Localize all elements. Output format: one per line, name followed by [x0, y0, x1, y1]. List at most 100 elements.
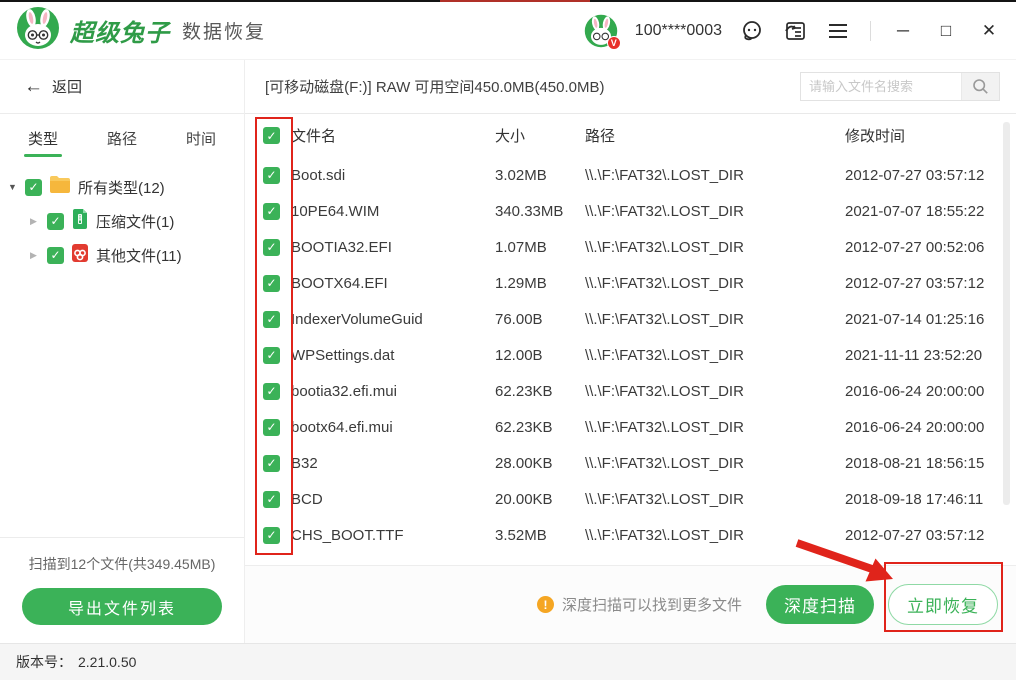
- file-size: 3.52MB: [495, 526, 547, 544]
- file-size: 1.29MB: [495, 274, 547, 292]
- row-checkbox[interactable]: ✓: [263, 310, 280, 328]
- close-button[interactable]: ✕: [976, 18, 1002, 44]
- row-checkbox[interactable]: ✓: [263, 274, 280, 292]
- file-size: 62.23KB: [495, 382, 553, 400]
- collapse-arrow-icon[interactable]: ▶: [30, 250, 40, 261]
- row-checkbox[interactable]: ✓: [263, 202, 280, 220]
- title-bar: 超级兔子 数据恢复 V 100****0003 ─ □ ✕: [0, 2, 1016, 60]
- tab-time[interactable]: 时间: [184, 117, 218, 157]
- table-row[interactable]: ✓ bootia32.efi.mui 62.23KB \\.\F:\FAT32\…: [245, 373, 1016, 409]
- export-file-list-button[interactable]: 导出文件列表: [22, 588, 222, 625]
- minimize-button[interactable]: ─: [890, 18, 916, 44]
- select-all-checkbox[interactable]: ✓: [263, 127, 280, 144]
- deep-scan-button[interactable]: 深度扫描: [766, 585, 874, 624]
- file-modified-time: 2012-07-27 03:57:12: [845, 526, 985, 544]
- file-modified-time: 2012-07-27 00:52:06: [845, 238, 985, 256]
- window-top-edge: [0, 0, 1016, 2]
- maximize-button[interactable]: □: [933, 18, 959, 44]
- file-path: \\.\F:\FAT32\.LOST_DIR: [585, 346, 744, 364]
- row-checkbox[interactable]: ✓: [263, 382, 280, 400]
- table-row[interactable]: ✓ CHS_BOOT.TTF 3.52MB \\.\F:\FAT32\.LOST…: [245, 517, 1016, 553]
- search-box: [800, 72, 1000, 101]
- table-row[interactable]: ✓ WPSettings.dat 12.00B \\.\F:\FAT32\.LO…: [245, 337, 1016, 373]
- tab-path[interactable]: 路径: [105, 117, 139, 157]
- scan-summary: 扫描到12个文件(共349.45MB): [28, 556, 216, 572]
- file-name: bootia32.efi.mui: [291, 382, 397, 400]
- table-scrollbar[interactable]: [1003, 122, 1010, 505]
- row-checkbox[interactable]: ✓: [263, 238, 280, 256]
- file-path: \\.\F:\FAT32\.LOST_DIR: [585, 418, 744, 436]
- file-size: 1.07MB: [495, 238, 547, 256]
- file-name: WPSettings.dat: [291, 346, 395, 364]
- folder-icon: [49, 175, 71, 199]
- row-checkbox[interactable]: ✓: [263, 490, 280, 508]
- file-name: CHS_BOOT.TTF: [291, 526, 404, 544]
- row-checkbox[interactable]: ✓: [263, 526, 280, 544]
- file-path: \\.\F:\FAT32\.LOST_DIR: [585, 382, 744, 400]
- content: ← 返回 类型 路径 时间 ▼ ✓ 所有类型(12) ▶ ✓ 压缩文件(1) ▶…: [0, 60, 1016, 643]
- feedback-icon[interactable]: [782, 18, 808, 44]
- window-controls-divider: [870, 20, 871, 41]
- tree-item-other[interactable]: ▶ ✓ 其他文件(11): [8, 238, 244, 272]
- file-modified-time: 2018-08-21 18:56:15: [845, 454, 985, 472]
- tree-item-archive[interactable]: ▶ ✓ 压缩文件(1): [8, 204, 244, 238]
- archive-file-icon: [71, 208, 89, 234]
- file-modified-time: 2012-07-27 03:57:12: [845, 166, 985, 184]
- user-avatar[interactable]: V: [584, 14, 621, 50]
- table-row[interactable]: ✓ B32 28.00KB \\.\F:\FAT32\.LOST_DIR 201…: [245, 445, 1016, 481]
- file-size: 76.00B: [495, 310, 543, 328]
- app-window: 超级兔子 数据恢复 V 100****0003 ─ □ ✕ ← 返回 类型 路径…: [0, 0, 1016, 680]
- row-checkbox[interactable]: ✓: [263, 346, 280, 364]
- file-name: 10PE64.WIM: [291, 202, 380, 220]
- table-header: ✓ 文件名 大小 路径 修改时间: [245, 114, 1016, 157]
- table-row[interactable]: ✓ BOOTX64.EFI 1.29MB \\.\F:\FAT32\.LOST_…: [245, 265, 1016, 301]
- table-row[interactable]: ✓ bootx64.efi.mui 62.23KB \\.\F:\FAT32\.…: [245, 409, 1016, 445]
- file-name: BOOTX64.EFI: [291, 274, 388, 292]
- file-name: BOOTIA32.EFI: [291, 238, 392, 256]
- table-row[interactable]: ✓ BCD 20.00KB \\.\F:\FAT32\.LOST_DIR 201…: [245, 481, 1016, 517]
- file-size: 28.00KB: [495, 454, 553, 472]
- table-row[interactable]: ✓ IndexerVolumeGuid 76.00B \\.\F:\FAT32\…: [245, 301, 1016, 337]
- tree-item-all-types[interactable]: ▼ ✓ 所有类型(12): [8, 170, 244, 204]
- title-bar-right: V 100****0003 ─ □ ✕: [584, 14, 1002, 50]
- table-row[interactable]: ✓ 10PE64.WIM 340.33MB \\.\F:\FAT32\.LOST…: [245, 193, 1016, 229]
- row-checkbox[interactable]: ✓: [263, 418, 280, 436]
- file-path: \\.\F:\FAT32\.LOST_DIR: [585, 238, 744, 256]
- search-input[interactable]: [801, 73, 961, 100]
- file-modified-time: 2021-07-07 18:55:22: [845, 202, 985, 220]
- back-arrow-icon: ←: [24, 75, 43, 97]
- tab-type[interactable]: 类型: [23, 117, 63, 157]
- sidebar-bottom-panel: 扫描到12个文件(共349.45MB) 导出文件列表: [0, 537, 244, 643]
- column-header-size[interactable]: 大小: [495, 125, 585, 146]
- file-name: IndexerVolumeGuid: [291, 310, 423, 328]
- tree-checkbox[interactable]: ✓: [47, 212, 64, 230]
- menu-icon[interactable]: [825, 18, 851, 44]
- top-edge-artifact: [440, 0, 590, 2]
- search-icon[interactable]: [961, 73, 999, 100]
- table-row[interactable]: ✓ Boot.sdi 3.02MB \\.\F:\FAT32\.LOST_DIR…: [245, 157, 1016, 193]
- file-size: 20.00KB: [495, 490, 553, 508]
- file-name: BCD: [291, 490, 323, 508]
- column-header-name[interactable]: 文件名: [290, 125, 495, 146]
- collapse-arrow-icon[interactable]: ▶: [30, 216, 40, 227]
- file-size: 12.00B: [495, 346, 543, 364]
- back-button[interactable]: ← 返回: [0, 60, 244, 114]
- support-headset-icon[interactable]: [739, 18, 765, 44]
- vip-badge: V: [606, 35, 621, 50]
- deep-scan-hint: ! 深度扫描可以找到更多文件: [536, 594, 742, 615]
- file-path: \\.\F:\FAT32\.LOST_DIR: [585, 202, 744, 220]
- expand-arrow-icon[interactable]: ▼: [8, 182, 18, 192]
- recover-now-button[interactable]: 立即恢复: [888, 584, 998, 625]
- file-modified-time: 2021-07-14 01:25:16: [845, 310, 985, 328]
- column-header-time[interactable]: 修改时间: [845, 125, 1016, 146]
- row-checkbox[interactable]: ✓: [263, 454, 280, 472]
- row-checkbox[interactable]: ✓: [263, 166, 280, 184]
- brand: 超级兔子 数据恢复: [16, 6, 266, 55]
- table-row[interactable]: ✓ BOOTIA32.EFI 1.07MB \\.\F:\FAT32\.LOST…: [245, 229, 1016, 265]
- column-header-path[interactable]: 路径: [585, 125, 845, 146]
- file-modified-time: 2016-06-24 20:00:00: [845, 418, 985, 436]
- tree-checkbox[interactable]: ✓: [25, 178, 42, 196]
- tree-checkbox[interactable]: ✓: [47, 246, 64, 264]
- file-name: B32: [291, 454, 318, 472]
- file-size: 62.23KB: [495, 418, 553, 436]
